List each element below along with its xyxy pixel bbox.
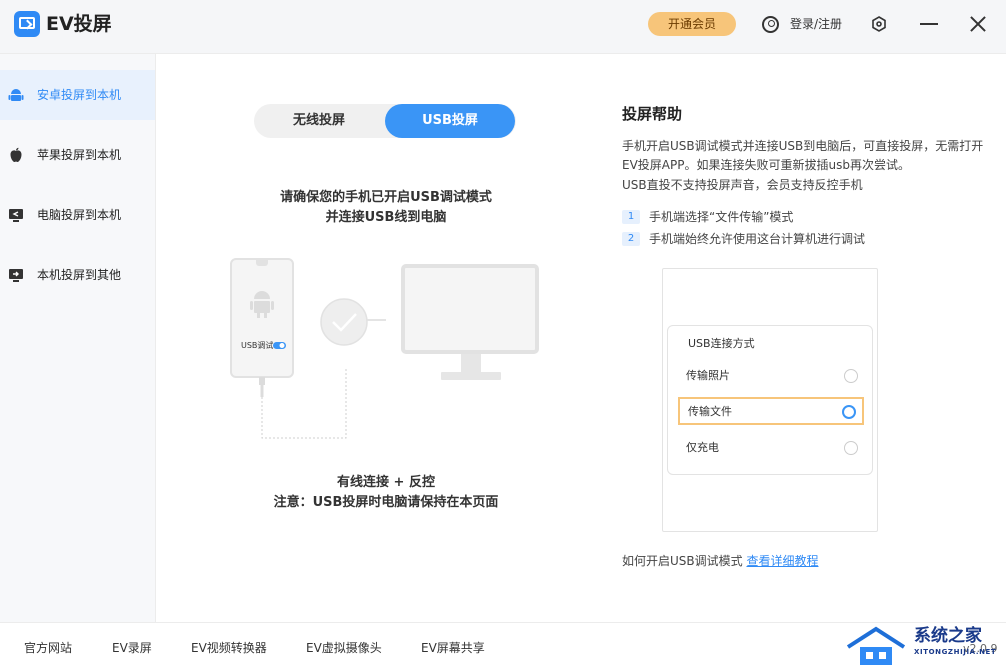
howto-line: 如何开启USB调试模式 查看详细教程 [622,552,818,570]
minimize-icon[interactable] [920,23,938,25]
howto-text: 如何开启USB调试模式 [622,554,743,568]
usb-connection-illustration: USB调试 [230,258,539,439]
sidebar: 安卓投屏到本机 苹果投屏到本机 电脑投屏到本机 本机投屏到其他 [0,54,156,622]
radio-icon [844,441,858,455]
mock-option-charge: 仅充电 [678,435,864,463]
help-paragraph-2: USB直投不支持投屏声音，会员支持反控手机 [622,178,863,192]
mode-tabs: 无线投屏 USB投屏 [254,104,516,138]
tab-wireless[interactable]: 无线投屏 [254,104,384,138]
sidebar-item-label: 电脑投屏到本机 [37,208,122,222]
help-paragraph-1: 手机开启USB调试模式并连接USB到电脑后，可直接投屏，无需打开EV投屏APP。… [622,139,984,172]
step-number-badge: 2 [622,232,640,246]
instruction-line-1: 请确保您的手机已开启USB调试模式 [280,190,492,205]
mock-option-label: 传输照片 [686,369,730,382]
usb-debug-toggle-label: USB调试 [241,340,273,350]
radio-icon [844,369,858,383]
app-logo-icon [14,11,40,37]
sidebar-item-label: 本机投屏到其他 [37,268,122,282]
mock-title: USB连接方式 [688,337,755,350]
watermark-subtext: XITONGZHIJIA.NET [914,648,997,656]
sidebar-item-cast-out[interactable]: 本机投屏到其他 [0,250,155,300]
watermark-text: 系统之家 [914,626,982,646]
radio-selected-icon [842,405,856,419]
monitor-illustration [401,264,539,354]
android-icon [8,89,24,101]
mock-option-files: 传输文件 [678,397,864,425]
main-panel: 无线投屏 USB投屏 请确保您的手机已开启USB调试模式 并连接USB线到电脑 … [156,54,1006,622]
watermark-house-logo [846,626,906,665]
app-title: EV投屏 [46,13,112,35]
usb-connection-dialog-mock: USB连接方式 传输照片 传输文件 仅充电 [667,325,873,475]
apple-icon [10,147,22,162]
feature-text: 有线连接 + 反控 [337,475,435,490]
close-icon[interactable] [968,14,988,34]
monitor-icon [9,209,23,222]
mock-option-photos: 传输照片 [678,363,864,391]
mock-option-label: 传输文件 [688,405,732,418]
phone-illustration [230,258,294,378]
user-icon[interactable] [762,16,779,33]
settings-hexagon-icon[interactable] [871,16,887,32]
vip-button[interactable]: 开通会员 [648,12,736,36]
footer-link-ev-virtual-camera[interactable]: EV虚拟摄像头 [306,640,382,656]
footer-link-ev-video-converter[interactable]: EV视频转换器 [191,640,267,656]
mock-option-label: 仅充电 [686,441,719,454]
watermark: 系统之家 XITONGZHIJIA.NET [846,623,1006,668]
cast-icon [9,269,23,282]
tab-usb[interactable]: USB投屏 [385,104,515,138]
sidebar-item-label: 苹果投屏到本机 [37,148,122,162]
check-circle-icon [320,298,368,346]
step-number-badge: 1 [622,210,640,224]
usb-cable [261,368,347,439]
login-register-link[interactable]: 登录/注册 [790,15,842,33]
tutorial-link[interactable]: 查看详细教程 [746,554,818,568]
sidebar-item-label: 安卓投屏到本机 [37,88,122,102]
footer-link-ev-recorder[interactable]: EV录屏 [112,640,152,656]
footer-link-website[interactable]: 官方网站 [24,640,72,656]
step-text: 手机端选择“文件传输”模式 [649,210,794,224]
sidebar-item-apple[interactable]: 苹果投屏到本机 [0,130,155,180]
usb-mode-example-mock: USB连接方式 传输照片 传输文件 仅充电 [662,268,878,532]
step-text: 手机端始终允许使用这台计算机进行调试 [649,232,866,246]
instruction-line-2: 并连接USB线到电脑 [325,210,447,225]
sidebar-item-android[interactable]: 安卓投屏到本机 [0,70,155,120]
footer: 官方网站 EV录屏 EV视频转换器 EV虚拟摄像头 EV屏幕共享 v2.0.9 … [0,622,1006,668]
sidebar-item-pc[interactable]: 电脑投屏到本机 [0,190,155,240]
notice-text: 注意：USB投屏时电脑请保持在本页面 [273,495,499,510]
help-title: 投屏帮助 [622,105,683,123]
footer-link-ev-screen-share[interactable]: EV屏幕共享 [421,640,485,656]
title-bar: EV投屏 开通会员 登录/注册 [0,0,1006,54]
